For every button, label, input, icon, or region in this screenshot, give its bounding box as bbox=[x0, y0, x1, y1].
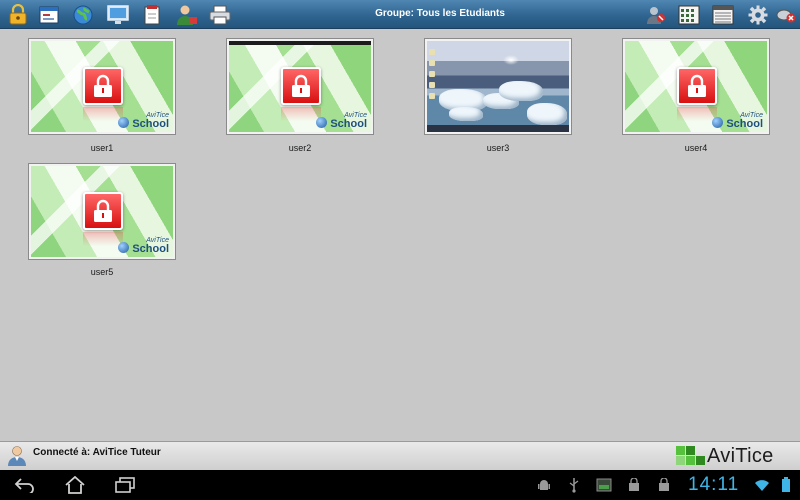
connection-status: Connecté à: AviTice Tuteur bbox=[33, 447, 161, 458]
padlock-icon bbox=[677, 67, 717, 105]
student-label: user5 bbox=[90, 267, 114, 277]
screenshot-icon bbox=[596, 477, 612, 493]
lock-screen: AviTice School bbox=[229, 41, 371, 132]
avitice-school-logo: AviTice School bbox=[118, 237, 169, 255]
avitice-school-logo: AviTice School bbox=[712, 112, 763, 130]
window-icon[interactable] bbox=[37, 3, 60, 26]
student-thumbnail-user1[interactable]: AviTice School bbox=[28, 38, 176, 135]
shopping-bag-icon bbox=[656, 477, 672, 493]
recent-apps-icon[interactable] bbox=[113, 475, 137, 495]
top-toolbar: Groupe: Tous les Etudiants bbox=[0, 0, 800, 29]
document-icon[interactable] bbox=[140, 3, 163, 26]
student-label: user4 bbox=[684, 143, 708, 153]
avitice-logo: AviTice bbox=[676, 444, 800, 470]
avitice-school-logo: AviTice School bbox=[118, 112, 169, 130]
student-thumbnail-user4[interactable]: AviTice School bbox=[622, 38, 770, 135]
shopping-bag-icon bbox=[626, 477, 642, 493]
list-view-icon[interactable] bbox=[711, 3, 734, 26]
android-system-bar: 14:11 bbox=[0, 470, 800, 500]
student-thumbnail-user5[interactable]: AviTice School bbox=[28, 163, 176, 260]
user-send-icon[interactable] bbox=[175, 3, 198, 26]
teacher-user-icon bbox=[7, 445, 27, 467]
wifi-icon bbox=[754, 477, 770, 493]
padlock-icon bbox=[281, 67, 321, 105]
grid-view-icon[interactable] bbox=[677, 3, 700, 26]
desktop-screenshot bbox=[427, 41, 569, 132]
student-label: user3 bbox=[486, 143, 510, 153]
monitor-icon[interactable] bbox=[106, 3, 129, 26]
user-group-icon[interactable] bbox=[645, 3, 668, 26]
gear-icon[interactable] bbox=[746, 3, 769, 26]
student-thumbnail-user2[interactable]: AviTice School bbox=[226, 38, 374, 135]
printer-icon[interactable] bbox=[208, 3, 231, 26]
back-icon[interactable] bbox=[13, 475, 37, 495]
battery-icon bbox=[778, 477, 794, 493]
usb-icon bbox=[566, 477, 582, 493]
disconnect-icon[interactable] bbox=[774, 3, 797, 26]
avitice-school-logo: AviTice School bbox=[316, 112, 367, 130]
clock: 14:11 bbox=[688, 474, 740, 495]
padlock-icon bbox=[83, 67, 123, 105]
lock-screen: AviTice School bbox=[625, 41, 767, 132]
lock-icon[interactable] bbox=[6, 3, 29, 26]
lock-screen: AviTice School bbox=[31, 41, 173, 132]
globe-icon[interactable] bbox=[71, 3, 94, 26]
padlock-icon bbox=[83, 192, 123, 230]
status-bar: Connecté à: AviTice Tuteur AviTice bbox=[0, 441, 800, 470]
student-label: user2 bbox=[288, 143, 312, 153]
student-thumbnail-user3[interactable] bbox=[424, 38, 572, 135]
lock-screen: AviTice School bbox=[31, 166, 173, 257]
student-label: user1 bbox=[90, 143, 114, 153]
page-title: Groupe: Tous les Etudiants bbox=[375, 8, 505, 19]
home-icon[interactable] bbox=[63, 475, 87, 495]
android-debug-icon bbox=[536, 477, 552, 493]
